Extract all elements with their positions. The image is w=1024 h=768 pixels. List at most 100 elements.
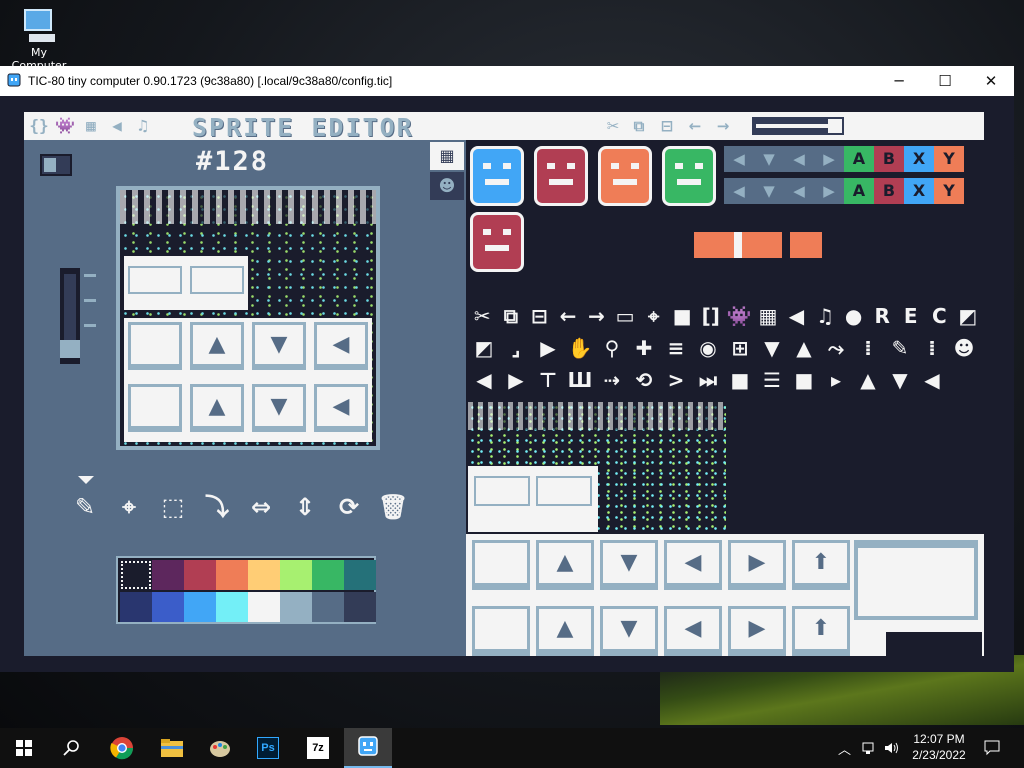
- sheet-glyph-icon: ■: [672, 304, 692, 328]
- folder-icon: [161, 739, 183, 757]
- brush-size-slider[interactable]: [752, 117, 844, 135]
- palette-swatch[interactable]: [344, 592, 376, 622]
- sheet-glyph-icon: ♫: [816, 304, 834, 328]
- sheet-glyph-icon: →: [588, 304, 605, 328]
- right-arrow-icon: ▶: [728, 606, 786, 656]
- canvas-size-handle[interactable]: [60, 340, 80, 358]
- down-arrow-icon: ▼: [252, 384, 306, 432]
- gamepad-a: A: [844, 178, 874, 204]
- sheet-glyph-icon: ⇢: [603, 368, 621, 392]
- copy-icon[interactable]: ⧉: [628, 116, 650, 136]
- map-editor-icon[interactable]: ▦: [80, 116, 102, 136]
- palette-swatch[interactable]: [120, 560, 152, 590]
- taskbar-file-explorer[interactable]: [148, 728, 196, 768]
- sheet-glyph-icon: ◩: [474, 336, 494, 360]
- layer-toggle[interactable]: [40, 154, 72, 176]
- gamepad-x: X: [904, 146, 934, 172]
- sheet-glyph-icon: E: [903, 304, 918, 328]
- right-arrow-icon: ▶: [814, 146, 844, 172]
- taskbar-chrome[interactable]: [98, 728, 146, 768]
- palette-swatch[interactable]: [184, 592, 216, 622]
- palette-swatch[interactable]: [344, 560, 376, 590]
- palette-swatch[interactable]: [312, 592, 344, 622]
- minimize-button[interactable]: ─: [876, 66, 922, 96]
- sheet-glyph-icon: ⟲: [635, 368, 653, 392]
- palette-swatch[interactable]: [216, 560, 248, 590]
- sheet-glyph-icon: ⁞: [864, 336, 872, 360]
- tray-network[interactable]: [862, 728, 878, 768]
- flip-horizontal-icon[interactable]: ⇔: [246, 492, 276, 522]
- tray-volume[interactable]: [884, 728, 900, 768]
- chrome-icon: [110, 737, 134, 760]
- sheet-glyph-icon: ⊞: [731, 336, 749, 360]
- tic80-window: TIC-80 tiny computer 0.90.1723 (9c38a80)…: [0, 66, 1014, 672]
- sprite-editor-icon[interactable]: 👾: [54, 116, 76, 136]
- sheet-tabs: ▦ ☻: [430, 142, 464, 202]
- sfx-editor-icon[interactable]: ◀: [106, 116, 128, 136]
- left-arrow-icon: ◀: [314, 384, 368, 432]
- maximize-button[interactable]: ☐: [922, 66, 968, 96]
- left-arrow-icon: ◀: [724, 146, 754, 172]
- code-editor-icon[interactable]: {}: [28, 116, 50, 136]
- start-button[interactable]: [0, 728, 48, 768]
- cut-icon[interactable]: ✂: [602, 116, 624, 136]
- notification-center[interactable]: [984, 728, 1000, 768]
- palette-swatch[interactable]: [152, 560, 184, 590]
- slider-handle[interactable]: [828, 119, 842, 133]
- delete-icon[interactable]: 🗑: [378, 492, 408, 522]
- computer-icon: [24, 9, 55, 42]
- tab-tiles[interactable]: ☻: [430, 172, 464, 200]
- left-arrow-icon: ◀: [784, 146, 814, 172]
- sprite-sheet[interactable]: ◀ ▼ ◀ ▶ A B X Y ◀ ▼ ◀ ▶ A B X Y ✂ ⧉ ⊟ ← …: [466, 140, 984, 662]
- sprite-canvas[interactable]: ▲ ▼ ◀ ▲ ▼ ◀: [116, 186, 380, 450]
- fill-icon[interactable]: ⤵: [202, 492, 232, 522]
- taskbar-clock[interactable]: 12:07 PM 2/23/2022: [900, 731, 978, 763]
- palette-swatch[interactable]: [248, 560, 280, 590]
- picker-icon[interactable]: ⌖: [114, 492, 144, 522]
- palette-swatch[interactable]: [216, 592, 248, 622]
- rotate-icon[interactable]: ⟳: [334, 492, 364, 522]
- black-sprite-block: [886, 632, 982, 662]
- sheet-glyph-icon: ⌟: [511, 336, 521, 360]
- search-button[interactable]: [48, 728, 96, 768]
- up-arrow-icon: ▲: [536, 606, 594, 656]
- palette-swatch[interactable]: [184, 560, 216, 590]
- pencil-icon[interactable]: ✎: [70, 492, 100, 522]
- tray-show-hidden[interactable]: ︿: [838, 728, 851, 768]
- sprite-id: #128: [196, 146, 270, 177]
- sheet-glyph-icon: ◀: [924, 368, 940, 392]
- palette-swatch[interactable]: [152, 592, 184, 622]
- redo-icon[interactable]: →: [712, 116, 734, 136]
- tab-sprites[interactable]: ▦: [430, 142, 464, 170]
- taskbar-paint[interactable]: [196, 728, 244, 768]
- music-editor-icon[interactable]: ♫: [132, 116, 154, 136]
- window-titlebar[interactable]: TIC-80 tiny computer 0.90.1723 (9c38a80)…: [0, 66, 1014, 96]
- window-title: TIC-80 tiny computer 0.90.1723 (9c38a80)…: [28, 74, 393, 88]
- taskbar-tic80[interactable]: [344, 728, 392, 768]
- taskbar-photoshop[interactable]: Ps: [244, 728, 292, 768]
- palette-swatch[interactable]: [280, 592, 312, 622]
- sheet-glyph-icon: ←: [559, 304, 577, 328]
- button-sprite-block: ▲ ▼ ◀ ▶ ⬆ ▲ ▼ ◀ ▶ ⬆: [466, 534, 984, 662]
- tic80-app-icon: [7, 73, 21, 87]
- close-button[interactable]: ✕: [968, 66, 1014, 96]
- sheet-glyph-icon: ▸: [830, 368, 842, 392]
- sheet-glyph-icon: ☻: [953, 336, 975, 360]
- taskbar-7zip[interactable]: 7z: [294, 728, 342, 768]
- palette-swatch[interactable]: [248, 592, 280, 622]
- canvas-size-slider[interactable]: [60, 268, 80, 364]
- up-arrow-icon: ▲: [190, 322, 244, 370]
- palette-swatch[interactable]: [312, 560, 344, 590]
- flip-vertical-icon[interactable]: ⇕: [290, 492, 320, 522]
- palette-swatch[interactable]: [280, 560, 312, 590]
- sheet-glyph-icon: 👾: [726, 304, 752, 328]
- desktop-icon-my-computer[interactable]: My Computer: [8, 6, 70, 72]
- select-icon[interactable]: ⬚: [158, 492, 188, 522]
- clock-time: 12:07 PM: [913, 732, 965, 746]
- undo-icon[interactable]: ←: [684, 116, 706, 136]
- palette-swatch[interactable]: [120, 592, 152, 622]
- right-arrow-icon: ▶: [728, 540, 786, 590]
- color-palette: [116, 556, 376, 624]
- paste-icon[interactable]: ⊟: [656, 116, 678, 136]
- chevron-up-icon: ︿: [838, 742, 852, 758]
